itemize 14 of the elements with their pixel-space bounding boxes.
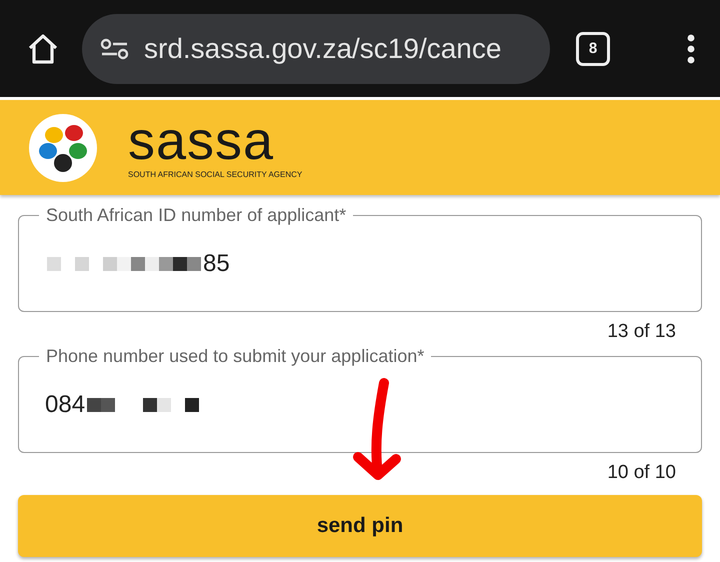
address-bar[interactable]: srd.sassa.gov.za/sc19/cance — [82, 14, 550, 84]
logo-drawing — [28, 112, 98, 182]
character-counter: 13 of 13 — [607, 321, 676, 343]
field-value: 85 — [203, 250, 230, 278]
url-text: srd.sassa.gov.za/sc19/cance — [144, 32, 502, 64]
home-icon[interactable] — [26, 32, 60, 64]
site-settings-icon[interactable] — [100, 38, 130, 60]
menu-icon[interactable] — [686, 34, 696, 64]
character-counter: 10 of 10 — [607, 462, 676, 484]
brand-tagline: SOUTH AFRICAN SOCIAL SECURITY AGENCY — [128, 170, 302, 179]
field-value: 084 — [45, 390, 86, 418]
send-pin-button[interactable]: send pin — [18, 495, 702, 557]
tab-count-button[interactable]: 8 — [576, 32, 610, 66]
brand-name: sassa — [128, 116, 276, 166]
